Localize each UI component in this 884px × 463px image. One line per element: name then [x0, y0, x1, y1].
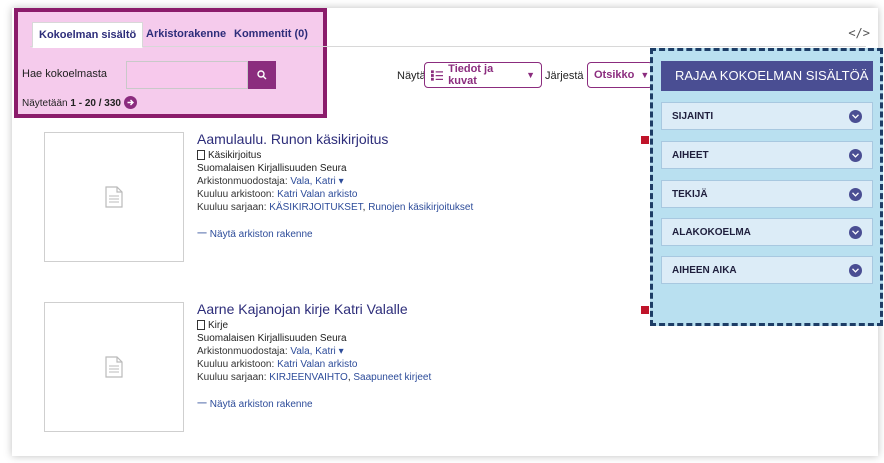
chevron-down-icon — [849, 187, 862, 201]
archive-link[interactable]: Katri Valan arkisto — [277, 359, 357, 370]
view-label: Näytä — [397, 70, 426, 82]
facet-label: AIHEET — [672, 149, 709, 161]
result-title-link[interactable]: Aamulaulu. Runon käsikirjoitus — [197, 131, 388, 147]
result-series: Kuuluu sarjaan: KIRJEENVAIHTO, Saapuneet… — [197, 372, 432, 383]
creator-label: Arkistonmuodostaja: — [197, 176, 291, 187]
subseries-link[interactable]: Runojen käsikirjoitukset — [368, 202, 473, 213]
show-archive-structure-link[interactable]: ⼀ Näytä arkiston rakenne — [197, 225, 313, 240]
hierarchy-icon: ⼀ — [197, 229, 207, 240]
creator-link[interactable]: Vala, Katri — [290, 176, 335, 187]
result-creator: Arkistonmuodostaja: Vala, Katri ▾ — [197, 176, 344, 187]
tab-bar: Kokoelman sisältö Arkistorakenne Komment… — [30, 22, 866, 48]
embed-code-icon[interactable]: </> — [848, 26, 870, 40]
favorite-marker-icon[interactable] — [641, 136, 649, 144]
creator-dropdown-icon[interactable]: ▾ — [339, 176, 344, 187]
filter-panel-title: RAJAA KOKOELMAN SISÄLTÖÄ — [661, 61, 873, 91]
facet-label: TEKIJÄ — [672, 188, 708, 200]
archive-link[interactable]: Katri Valan arkisto — [277, 189, 357, 200]
tab-structure[interactable]: Arkistorakenne — [140, 22, 232, 46]
view-mode-value: Tiedot ja kuvat — [448, 63, 494, 87]
tab-contents[interactable]: Kokoelman sisältö — [32, 22, 144, 48]
chevron-down-icon — [849, 225, 862, 239]
list-view-icon — [431, 69, 444, 81]
result-archive: Kuuluu arkistoon: Katri Valan arkisto — [197, 189, 357, 200]
series-label: Kuuluu sarjaan: — [197, 372, 270, 383]
show-archive-structure-label: Näytä arkiston rakenne — [209, 229, 313, 240]
result-thumbnail[interactable] — [44, 132, 184, 262]
result-thumbnail[interactable] — [44, 302, 184, 432]
result-format-label: Kirje — [208, 320, 229, 331]
search-icon — [257, 70, 267, 80]
result-organisation: Suomalaisen Kirjallisuuden Seura — [197, 163, 347, 174]
tab-comments[interactable]: Kommentit (0) — [228, 22, 314, 46]
facet-label: AIHEEN AIKA — [672, 264, 737, 276]
search-input[interactable] — [126, 61, 248, 89]
tab-structure-label: Arkistorakenne — [146, 28, 227, 40]
subseries-link[interactable]: Saapuneet kirjeet — [353, 372, 431, 383]
document-placeholder-icon — [105, 186, 123, 208]
view-mode-select[interactable]: Tiedot ja kuvat ▼ — [424, 62, 542, 88]
show-archive-structure-label: Näytä arkiston rakenne — [209, 399, 313, 410]
results-count: Näytetään 1 - 20 / 330 — [22, 96, 137, 110]
chevron-down-icon — [849, 148, 862, 162]
facet-topic-time[interactable]: AIHEEN AIKA — [661, 256, 873, 284]
result-format: Käsikirjoitus — [197, 150, 261, 161]
hierarchy-icon: ⼀ — [197, 399, 207, 410]
document-icon — [197, 150, 205, 161]
series-link[interactable]: KÄSIKIRJOITUKSET — [269, 202, 362, 213]
tab-contents-label: Kokoelman sisältö — [39, 29, 137, 41]
document-icon — [197, 320, 205, 331]
caret-down-icon: ▼ — [640, 70, 650, 80]
chevron-down-icon — [849, 263, 862, 277]
results-count-prefix: Näytetään — [22, 98, 71, 110]
page: Kokoelman sisältö Arkistorakenne Komment… — [0, 0, 884, 463]
document-placeholder-icon — [105, 356, 123, 378]
result-archive: Kuuluu arkistoon: Katri Valan arkisto — [197, 359, 357, 370]
creator-link[interactable]: Vala, Katri — [290, 346, 335, 357]
caret-down-icon: ▼ — [526, 70, 535, 80]
facet-label: ALAKOKOELMA — [672, 226, 751, 238]
chevron-down-icon — [849, 109, 862, 123]
creator-label: Arkistonmuodostaja: — [197, 346, 291, 357]
facet-location[interactable]: SIJAINTI — [661, 102, 873, 130]
sort-select[interactable]: Otsikko ▼ — [587, 62, 653, 88]
results-count-range: 1 - 20 / 330 — [70, 98, 121, 110]
result-creator: Arkistonmuodostaja: Vala, Katri ▾ — [197, 346, 344, 357]
creator-dropdown-icon[interactable]: ▾ — [339, 346, 344, 357]
archive-label: Kuuluu arkistoon: — [197, 189, 278, 200]
favorite-marker-icon[interactable] — [641, 306, 649, 314]
result-format-label: Käsikirjoitus — [208, 150, 262, 161]
series-label: Kuuluu sarjaan: — [197, 202, 270, 213]
tab-comments-label: Kommentit (0) — [234, 28, 308, 40]
result-format: Kirje — [197, 320, 228, 331]
sort-label: Järjestä — [545, 70, 584, 82]
facet-label: SIJAINTI — [672, 110, 714, 122]
result-series: Kuuluu sarjaan: KÄSIKIRJOITUKSET, Runoje… — [197, 202, 474, 213]
archive-label: Kuuluu arkistoon: — [197, 359, 278, 370]
result-organisation: Suomalaisen Kirjallisuuden Seura — [197, 333, 347, 344]
search-label: Hae kokoelmasta — [22, 68, 107, 80]
facet-topics[interactable]: AIHEET — [661, 141, 873, 169]
show-archive-structure-link[interactable]: ⼀ Näytä arkiston rakenne — [197, 395, 313, 410]
search-button[interactable] — [248, 61, 276, 89]
next-page-icon[interactable] — [123, 96, 137, 109]
series-link[interactable]: KIRJEENVAIHTO — [269, 372, 348, 383]
result-title-link[interactable]: Aarne Kajanojan kirje Katri Valalle — [197, 301, 408, 317]
facet-subcollection[interactable]: ALAKOKOELMA — [661, 218, 873, 246]
facet-author[interactable]: TEKIJÄ — [661, 180, 873, 208]
sort-value: Otsikko — [594, 69, 635, 81]
